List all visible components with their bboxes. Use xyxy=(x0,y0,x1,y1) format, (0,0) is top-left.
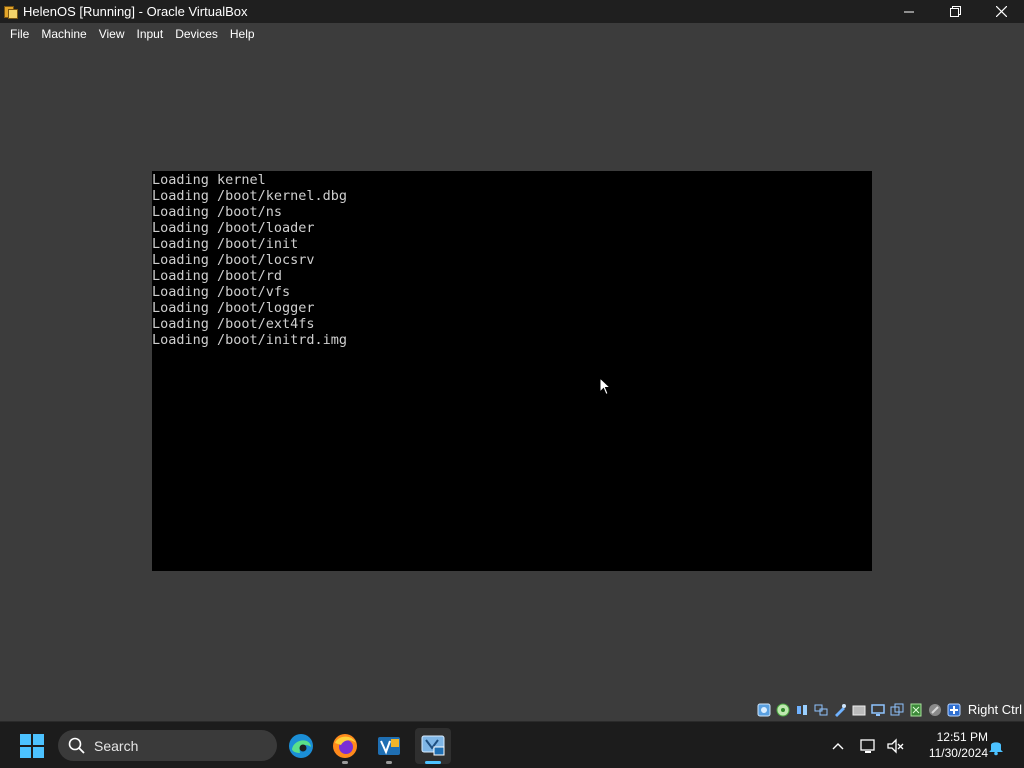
mouse-integration-icon[interactable] xyxy=(927,702,943,718)
show-hidden-icons-button[interactable] xyxy=(828,736,848,756)
console-line: Loading /boot/rd xyxy=(152,268,283,284)
display-icon[interactable] xyxy=(870,702,886,718)
mouse-pointer-icon xyxy=(599,377,611,396)
video-capture-icon[interactable] xyxy=(889,702,905,718)
taskbar-virtualbox-vm[interactable] xyxy=(415,728,451,764)
host-key-icon[interactable] xyxy=(946,702,962,718)
system-clock[interactable]: 12:51 PM 11/30/2024 xyxy=(912,729,988,761)
menu-machine[interactable]: Machine xyxy=(35,23,92,45)
start-button[interactable] xyxy=(16,732,48,760)
clock-date: 11/30/2024 xyxy=(928,746,988,760)
menu-help[interactable]: Help xyxy=(224,23,261,45)
console-line: Loading /boot/ns xyxy=(152,204,283,220)
console-line: Loading /boot/init xyxy=(152,236,299,252)
hard-disk-icon[interactable] xyxy=(756,702,772,718)
window-title: HelenOS [Running] - Oracle VirtualBox xyxy=(23,4,248,19)
console-line: Loading /boot/ext4fs xyxy=(152,316,315,332)
menu-devices[interactable]: Devices xyxy=(169,23,224,45)
audio-icon[interactable] xyxy=(794,702,810,718)
virtualbox-vm-icon xyxy=(421,735,445,756)
status-icons: Right Ctrl xyxy=(756,698,1024,721)
taskbar-edge[interactable] xyxy=(283,728,319,764)
minimize-button[interactable] xyxy=(886,0,932,23)
search-icon xyxy=(68,737,85,754)
restore-button[interactable] xyxy=(932,0,978,23)
menu-bar: File Machine View Input Devices Help xyxy=(0,23,1024,45)
console-line: Loading /boot/initrd.img xyxy=(152,332,348,348)
running-indicator xyxy=(386,761,392,764)
windows-logo-icon xyxy=(20,734,44,758)
optical-drive-icon[interactable] xyxy=(775,702,791,718)
console-line: Loading /boot/logger xyxy=(152,300,315,316)
active-indicator xyxy=(425,761,441,764)
menu-input[interactable]: Input xyxy=(131,23,170,45)
taskbar: Search 12:51 PM 11/30/2024 xyxy=(0,721,1024,768)
host-key-label: Right Ctrl xyxy=(967,702,1022,717)
close-button[interactable] xyxy=(978,0,1024,23)
running-indicator xyxy=(342,761,348,764)
shared-folders-icon[interactable] xyxy=(851,702,867,718)
boot-console: Loading kernel Loading /boot/kernel.dbg … xyxy=(152,172,347,348)
notifications-bell-icon[interactable] xyxy=(986,736,1006,756)
network-icon[interactable] xyxy=(813,702,829,718)
taskbar-search[interactable]: Search xyxy=(58,730,277,761)
console-line: Loading /boot/locsrv xyxy=(152,252,315,268)
vm-display[interactable]: Loading kernel Loading /boot/kernel.dbg … xyxy=(152,171,872,571)
chevron-up-icon xyxy=(832,743,844,750)
vm-status-bar: Right Ctrl xyxy=(0,698,1024,721)
menu-view[interactable]: View xyxy=(93,23,131,45)
restore-icon xyxy=(949,6,961,17)
network-tray-icon[interactable] xyxy=(859,736,879,756)
virtualbox-icon xyxy=(3,4,19,20)
console-line: Loading /boot/kernel.dbg xyxy=(152,188,348,204)
minimize-icon xyxy=(904,11,914,12)
cpu-icon[interactable] xyxy=(908,702,924,718)
virtualbox-manager-icon xyxy=(378,737,400,755)
taskbar-firefox[interactable] xyxy=(327,728,363,764)
firefox-icon xyxy=(333,734,357,758)
close-icon xyxy=(995,6,1007,17)
usb-icon[interactable] xyxy=(832,702,848,718)
console-line: Loading /boot/loader xyxy=(152,220,315,236)
menu-file[interactable]: File xyxy=(4,23,35,45)
window-controls xyxy=(886,0,1024,23)
taskbar-virtualbox-manager[interactable] xyxy=(371,728,407,764)
console-line: Loading kernel xyxy=(152,172,266,188)
edge-icon xyxy=(289,734,313,758)
title-bar: HelenOS [Running] - Oracle VirtualBox xyxy=(0,0,1024,23)
clock-time: 12:51 PM xyxy=(936,730,988,744)
volume-muted-icon[interactable] xyxy=(886,736,906,756)
search-placeholder: Search xyxy=(94,737,139,754)
console-line: Loading /boot/vfs xyxy=(152,284,291,300)
